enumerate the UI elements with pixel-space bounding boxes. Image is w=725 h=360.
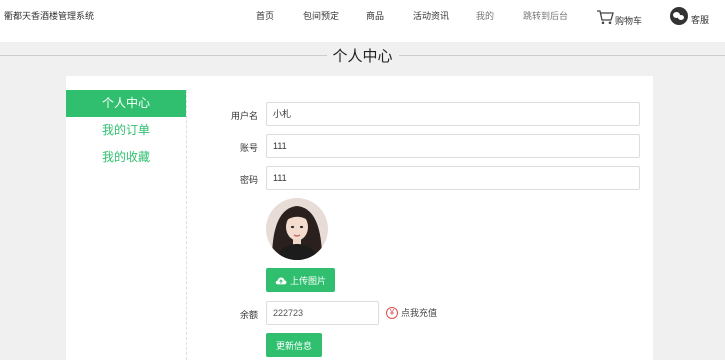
yen-icon: ¥ — [386, 306, 398, 319]
avatar — [266, 198, 328, 260]
update-info-button[interactable]: 更新信息 — [266, 333, 322, 357]
menu-item-favorites[interactable]: 我的收藏 — [66, 144, 186, 171]
menu-divider — [186, 90, 187, 360]
menu-item-orders[interactable]: 我的订单 — [66, 117, 186, 144]
side-menu: 个人中心 我的订单 我的收藏 — [66, 90, 186, 171]
nav-products[interactable]: 商品 — [366, 9, 384, 22]
customer-service-link[interactable]: 客服 — [670, 5, 709, 26]
cart-link[interactable]: 购物车 — [596, 6, 642, 27]
nav-mine[interactable]: 我的 — [476, 9, 494, 22]
upload-button-label: 上传图片 — [289, 275, 326, 286]
username-label: 用户名 — [230, 111, 258, 121]
nav-room-booking[interactable]: 包间预定 — [303, 9, 339, 22]
account-label: 账号 — [239, 143, 258, 153]
service-label: 客服 — [691, 15, 710, 25]
nav-home[interactable]: 首页 — [256, 9, 274, 22]
cart-icon — [597, 9, 614, 24]
menu-item-profile[interactable]: 个人中心 — [66, 90, 186, 117]
upload-image-button[interactable]: 上传图片 — [266, 268, 335, 292]
username-field[interactable]: 小札 — [266, 102, 640, 126]
password-label: 密码 — [239, 175, 258, 185]
site-brand: 衢都天香酒楼管理系统 — [4, 11, 95, 21]
password-field[interactable]: 111 — [266, 166, 640, 190]
cloud-upload-icon — [275, 277, 287, 284]
avatar-image — [266, 198, 328, 260]
balance-field[interactable]: 222723 — [266, 301, 379, 325]
nav-news[interactable]: 活动资讯 — [413, 9, 449, 22]
balance-label: 余额 — [239, 310, 258, 320]
account-field[interactable]: 111 — [266, 134, 640, 158]
profile-panel: 个人中心 我的订单 我的收藏 用户名 小札 账号 111 密码 111 上传图片… — [66, 76, 653, 360]
recharge-label: 点我充值 — [401, 308, 438, 318]
page-title: 个人中心 — [326, 45, 399, 66]
nav-admin[interactable]: 跳转到后台 — [523, 9, 568, 22]
recharge-link[interactable]: ¥ 点我充值 — [386, 306, 437, 319]
wechat-icon — [670, 6, 688, 25]
top-navbar: 衢都天香酒楼管理系统 首页 包间预定 商品 活动资讯 我的 跳转到后台 购物车 … — [0, 0, 725, 42]
cart-label: 购物车 — [615, 16, 643, 26]
